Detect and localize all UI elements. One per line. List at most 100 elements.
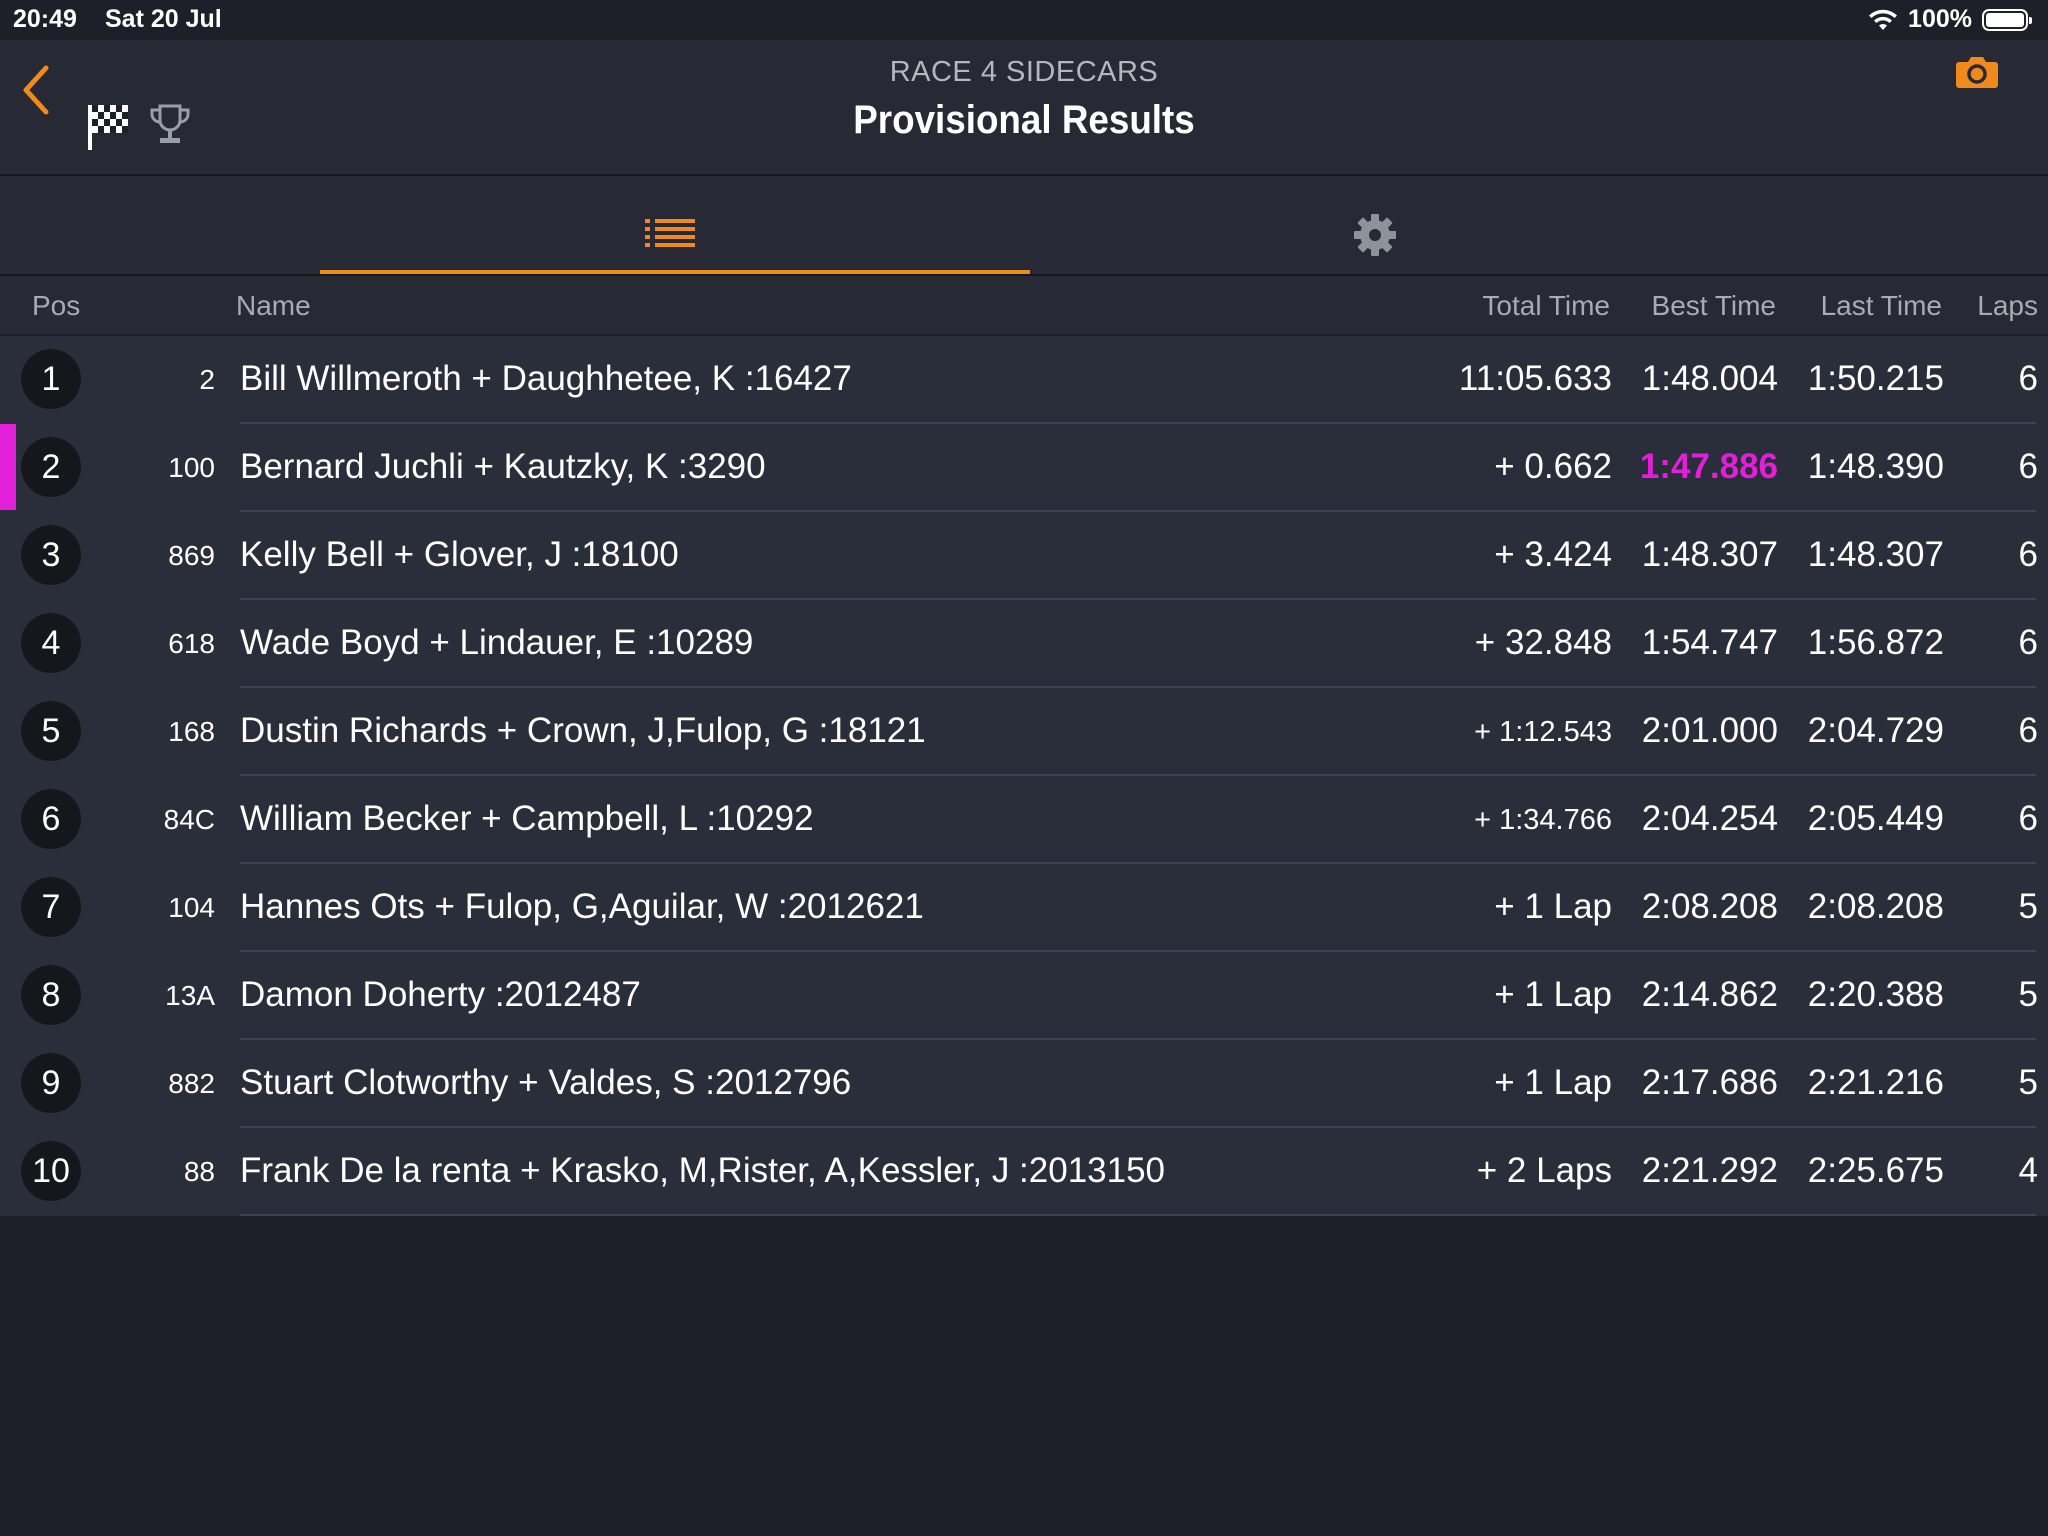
last-time: 2:21.216 bbox=[1807, 1063, 1944, 1102]
best-time: 2:01.000 bbox=[1641, 711, 1778, 750]
race-subtitle: RACE 4 SIDECARS bbox=[889, 56, 1159, 88]
best-time: 1:48.307 bbox=[1641, 535, 1778, 574]
laps: 5 bbox=[2018, 887, 2038, 926]
best-time: 1:48.004 bbox=[1641, 359, 1778, 398]
list-icon bbox=[645, 219, 695, 247]
total-time: + 32.848 bbox=[1474, 623, 1612, 662]
rider-name: Kelly Bell + Glover, J :18100 bbox=[240, 535, 679, 574]
status-right: 100% bbox=[1868, 5, 2032, 34]
position-badge: 1 bbox=[21, 349, 81, 409]
best-time: 2:14.862 bbox=[1641, 975, 1778, 1014]
last-time: 1:56.872 bbox=[1807, 623, 1944, 662]
total-time: + 1 Lap bbox=[1494, 887, 1612, 926]
status-bar: 20:49 Sat 20 Jul 100% bbox=[0, 0, 2048, 40]
last-time: 2:04.729 bbox=[1807, 711, 1944, 750]
tab-results-list[interactable] bbox=[320, 176, 1030, 274]
laps: 6 bbox=[2018, 535, 2038, 574]
best-time: 2:08.208 bbox=[1641, 887, 1778, 926]
total-time: + 0.662 bbox=[1494, 447, 1612, 486]
rider-name: Damon Doherty :2012487 bbox=[240, 975, 641, 1014]
gear-icon bbox=[1354, 214, 1396, 256]
battery-icon bbox=[1982, 8, 2032, 31]
rider-name: Dustin Richards + Crown, J,Fulop, G :181… bbox=[240, 711, 926, 750]
table-row[interactable]: 6 84C William Becker + Campbell, L :1029… bbox=[0, 776, 2048, 864]
results-column-header: Pos Name Total Time Best Time Last Time … bbox=[0, 276, 2048, 334]
total-time: + 1 Lap bbox=[1494, 1063, 1612, 1102]
laps: 5 bbox=[2018, 975, 2038, 1014]
position-badge: 4 bbox=[21, 613, 81, 673]
laps: 6 bbox=[2018, 447, 2038, 486]
page-title: Provisional Results bbox=[853, 98, 1195, 142]
best-time-fastest: 1:47.886 bbox=[1639, 447, 1778, 486]
table-row[interactable]: 3 869 Kelly Bell + Glover, J :18100 + 3.… bbox=[0, 512, 2048, 600]
table-row[interactable]: 9 882 Stuart Clotworthy + Valdes, S :201… bbox=[0, 1040, 2048, 1128]
last-time: 1:50.215 bbox=[1807, 359, 1944, 398]
table-row[interactable]: 8 13A Damon Doherty :2012487 + 1 Lap 2:1… bbox=[0, 952, 2048, 1040]
row-divider bbox=[240, 1214, 2036, 1216]
total-time: + 1:34.766 bbox=[1474, 804, 1612, 836]
rider-number: 88 bbox=[183, 1156, 215, 1187]
rider-number: 882 bbox=[168, 1068, 215, 1099]
wifi-icon bbox=[1869, 9, 1898, 30]
rider-name: Bill Willmeroth + Daughhetee, K :16427 bbox=[240, 359, 852, 398]
rider-number: 104 bbox=[168, 892, 215, 923]
best-time: 2:21.292 bbox=[1641, 1151, 1778, 1190]
laps: 4 bbox=[2018, 1151, 2038, 1190]
laps: 6 bbox=[2018, 711, 2038, 750]
tab-bar bbox=[0, 176, 2048, 276]
last-time: 2:20.388 bbox=[1807, 975, 1944, 1014]
best-time: 2:17.686 bbox=[1641, 1063, 1778, 1102]
laps: 6 bbox=[2018, 623, 2038, 662]
rider-name: William Becker + Campbell, L :10292 bbox=[240, 799, 814, 838]
rider-name: Bernard Juchli + Kautzky, K :3290 bbox=[240, 447, 766, 486]
rider-number: 2 bbox=[199, 364, 215, 395]
results-list: 1 2 Bill Willmeroth + Daughhetee, K :164… bbox=[0, 336, 2048, 1216]
last-time: 1:48.390 bbox=[1807, 447, 1944, 486]
col-name[interactable]: Name bbox=[236, 290, 311, 322]
last-time: 2:05.449 bbox=[1807, 799, 1944, 838]
rider-number: 100 bbox=[168, 452, 215, 483]
camera-icon[interactable] bbox=[1955, 54, 1999, 90]
total-time: + 2 Laps bbox=[1476, 1151, 1612, 1190]
position-badge: 9 bbox=[21, 1053, 81, 1113]
col-best-time[interactable]: Best Time bbox=[1652, 290, 1776, 322]
table-row[interactable]: 4 618 Wade Boyd + Lindauer, E :10289 + 3… bbox=[0, 600, 2048, 688]
rider-number: 869 bbox=[168, 540, 215, 571]
position-badge: 10 bbox=[21, 1141, 81, 1201]
last-time: 2:25.675 bbox=[1807, 1151, 1944, 1190]
rider-number: 84C bbox=[163, 804, 215, 835]
col-laps[interactable]: Laps bbox=[1977, 290, 2038, 322]
last-time: 2:08.208 bbox=[1807, 887, 1944, 926]
fastest-lap-marker bbox=[0, 424, 16, 510]
status-time: 20:49 bbox=[13, 5, 77, 33]
tab-settings[interactable] bbox=[1030, 176, 1720, 274]
laps: 6 bbox=[2018, 799, 2038, 838]
status-date: Sat 20 Jul bbox=[105, 5, 222, 33]
position-badge: 3 bbox=[21, 525, 81, 585]
rider-number: 618 bbox=[168, 628, 215, 659]
rider-number: 168 bbox=[168, 716, 215, 747]
rider-name: Hannes Ots + Fulop, G,Aguilar, W :201262… bbox=[240, 887, 924, 926]
rider-number: 13A bbox=[165, 980, 215, 1011]
col-last-time[interactable]: Last Time bbox=[1821, 290, 1942, 322]
position-badge: 6 bbox=[21, 789, 81, 849]
col-total-time[interactable]: Total Time bbox=[1482, 290, 1610, 322]
table-row[interactable]: 5 168 Dustin Richards + Crown, J,Fulop, … bbox=[0, 688, 2048, 776]
battery-percent: 100% bbox=[1908, 5, 1972, 33]
total-time: + 3.424 bbox=[1494, 535, 1612, 574]
last-time: 1:48.307 bbox=[1807, 535, 1944, 574]
table-row[interactable]: 1 2 Bill Willmeroth + Daughhetee, K :164… bbox=[0, 336, 2048, 424]
rider-name: Stuart Clotworthy + Valdes, S :2012796 bbox=[240, 1063, 852, 1102]
total-time: + 1 Lap bbox=[1494, 975, 1612, 1014]
position-badge: 7 bbox=[21, 877, 81, 937]
best-time: 2:04.254 bbox=[1641, 799, 1778, 838]
laps: 5 bbox=[2018, 1063, 2038, 1102]
total-time: 11:05.633 bbox=[1458, 359, 1612, 398]
rider-name: Wade Boyd + Lindauer, E :10289 bbox=[240, 623, 754, 662]
position-badge: 5 bbox=[21, 701, 81, 761]
col-pos[interactable]: Pos bbox=[32, 290, 80, 322]
table-row[interactable]: 10 88 Frank De la renta + Krasko, M,Rist… bbox=[0, 1128, 2048, 1216]
table-row[interactable]: 7 104 Hannes Ots + Fulop, G,Aguilar, W :… bbox=[0, 864, 2048, 952]
table-row[interactable]: 2 100 Bernard Juchli + Kautzky, K :3290 … bbox=[0, 424, 2048, 512]
position-badge: 8 bbox=[21, 965, 81, 1025]
